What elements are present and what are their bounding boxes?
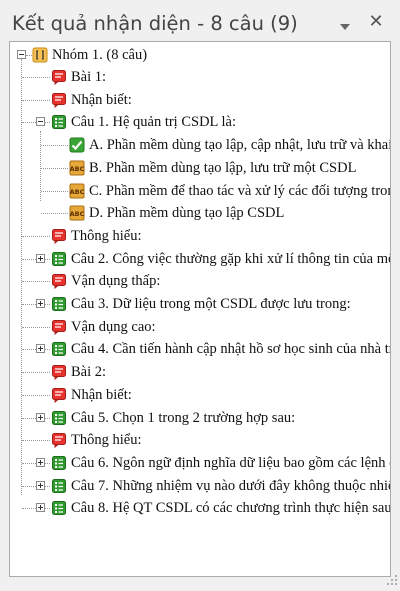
answer-option-icon: ABC [69, 160, 85, 176]
answer-option-icon: ABC [69, 183, 85, 199]
section-row[interactable]: Bài 2: [10, 361, 390, 383]
expand-toggle[interactable] [36, 458, 45, 467]
note-icon [51, 228, 67, 245]
answer-option-row[interactable]: A. Phần mềm dùng tạo lập, cập nhật, lưu … [10, 134, 390, 156]
question-icon [51, 410, 67, 426]
question-icon [51, 251, 67, 267]
section-row[interactable]: Thông hiểu: [10, 429, 390, 451]
section-row[interactable]: Nhận biết: [10, 89, 390, 111]
svg-text:ABC: ABC [70, 210, 85, 218]
close-icon[interactable]: ✕ [366, 12, 386, 32]
question-icon [51, 500, 67, 516]
question-row[interactable]: Câu 3. Dữ liệu trong một CSDL được lưu t… [10, 293, 390, 315]
question-icon [51, 296, 67, 312]
note-icon [51, 364, 67, 381]
answer-option-row[interactable]: ABC B. Phần mềm dùng tạo lập, lưu trữ một… [10, 157, 390, 179]
tree-item-label: Thông hiểu: [71, 228, 142, 244]
collapse-toggle[interactable] [17, 50, 26, 59]
note-icon [51, 92, 67, 109]
tree-item-label: B. Phần mềm dùng tạo lập, lưu trữ một CS… [89, 160, 357, 176]
tree-item-label: Vận dụng cao: [71, 319, 156, 335]
collapse-toggle[interactable] [36, 117, 45, 126]
tree-item-label: Nhận biết: [71, 92, 132, 108]
question-row[interactable]: Câu 8. Hệ QT CSDL có các chương trình th… [10, 497, 390, 519]
note-icon [51, 273, 67, 290]
expand-toggle[interactable] [36, 413, 45, 422]
section-row[interactable]: Vận dụng cao: [10, 316, 390, 338]
group-bracket-icon [32, 47, 48, 63]
tree-item-label: Câu 5. Chọn 1 trong 2 trường hợp sau: [71, 410, 296, 426]
tree-item-label: Thông hiểu: [71, 432, 142, 448]
recognition-tree[interactable]: Nhóm 1. (8 câu) Bài 1: Nhận biết: Câu 1. H… [9, 41, 391, 577]
tree-item-label: Câu 8. Hệ QT CSDL có các chương trình th… [71, 500, 391, 516]
question-icon [51, 114, 67, 130]
resize-grip-icon[interactable] [386, 573, 398, 585]
tree-item-label: Câu 7. Những nhiệm vụ nào dưới đây không… [71, 478, 390, 494]
correct-answer-icon [69, 137, 85, 153]
tree-item-label: Câu 6. Ngôn ngữ định nghĩa dữ liệu bao g… [71, 455, 390, 471]
tree-item-label: Nhận biết: [71, 387, 132, 403]
expand-toggle[interactable] [36, 254, 45, 263]
tree-item-label: Câu 3. Dữ liệu trong một CSDL được lưu t… [71, 296, 351, 312]
question-icon [51, 341, 67, 357]
tree-item-label: Bài 2: [71, 364, 107, 380]
question-row[interactable]: Câu 5. Chọn 1 trong 2 trường hợp sau: [10, 407, 390, 429]
svg-text:ABC: ABC [70, 165, 85, 173]
section-row[interactable]: Thông hiểu: [10, 225, 390, 247]
question-row[interactable]: Câu 2. Công việc thường gặp khi xử lí th… [10, 248, 390, 270]
expand-toggle[interactable] [36, 299, 45, 308]
question-icon [51, 478, 67, 494]
panel-title: Kết quả nhận diện - 8 câu (9) [12, 12, 298, 35]
tree-item-label: C. Phần mềm để thao tác và xử lý các đối… [89, 183, 390, 199]
tree-item-label: Câu 1. Hệ quản trị CSDL là: [71, 114, 236, 130]
section-row[interactable]: Bài 1: [10, 66, 390, 88]
expand-toggle[interactable] [36, 503, 45, 512]
tree-item-label: D. Phần mềm dùng tạo lập CSDL [89, 205, 285, 221]
question-row[interactable]: Câu 7. Những nhiệm vụ nào dưới đây không… [10, 475, 390, 497]
chevron-down-icon[interactable] [339, 19, 351, 30]
section-row[interactable]: Nhận biết: [10, 384, 390, 406]
svg-text:ABC: ABC [70, 188, 85, 196]
tree-item-label: Câu 4. Cần tiến hành cập nhật hồ sơ học … [71, 341, 390, 357]
question-row[interactable]: Câu 6. Ngôn ngữ định nghĩa dữ liệu bao g… [10, 452, 390, 474]
answer-option-row[interactable]: ABC D. Phần mềm dùng tạo lập CSDL [10, 202, 390, 224]
tree-item-label: Câu 2. Công việc thường gặp khi xử lí th… [71, 251, 390, 267]
expand-toggle[interactable] [36, 481, 45, 490]
note-icon [51, 69, 67, 86]
tree-item-label: A. Phần mềm dùng tạo lập, cập nhật, lưu … [89, 137, 391, 153]
answer-option-icon: ABC [69, 205, 85, 221]
tree-root-label: Nhóm 1. (8 câu) [52, 47, 148, 63]
note-icon [51, 387, 67, 404]
tree-root[interactable]: Nhóm 1. (8 câu) [10, 44, 390, 66]
expand-toggle[interactable] [36, 344, 45, 353]
tree-item-label: Vận dụng thấp: [71, 273, 161, 289]
question-icon [51, 455, 67, 471]
tree-item-label: Bài 1: [71, 69, 107, 85]
note-icon [51, 432, 67, 449]
answer-option-row[interactable]: ABC C. Phần mềm để thao tác và xử lý các … [10, 180, 390, 202]
question-row[interactable]: Câu 1. Hệ quản trị CSDL là: [10, 111, 390, 133]
question-row[interactable]: Câu 4. Cần tiến hành cập nhật hồ sơ học … [10, 338, 390, 360]
note-icon [51, 319, 67, 336]
section-row[interactable]: Vận dụng thấp: [10, 270, 390, 292]
